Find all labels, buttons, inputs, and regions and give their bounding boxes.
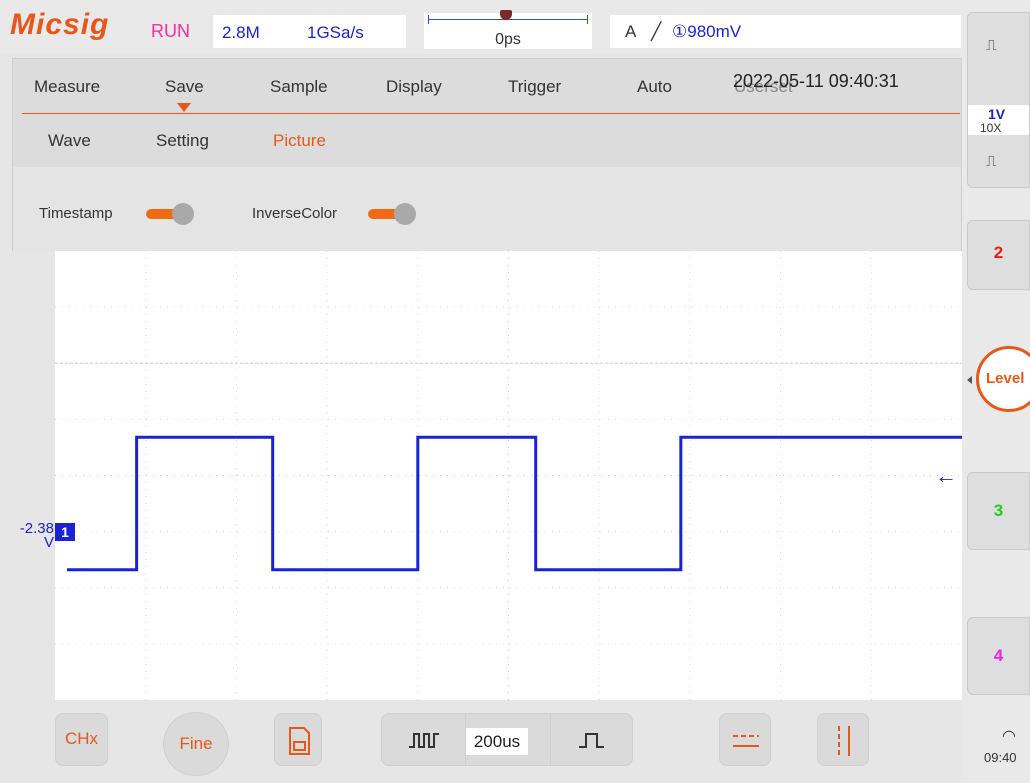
trigger-level: ①980mV (672, 22, 742, 41)
picture-options: Timestamp InverseColor (13, 167, 961, 252)
toggle-knob (172, 203, 194, 225)
save-icon (289, 727, 310, 755)
trigger-info[interactable]: A ╱ ①980mV (610, 15, 961, 48)
menu-panel: Measure Save Sample Display Trigger Auto… (12, 58, 962, 252)
separator (550, 714, 551, 765)
top-status-bar: Micsig RUN 2.8M 1GSa/s 0ps A ╱ ①980mV (0, 0, 962, 54)
graticule (55, 251, 962, 700)
timebase-decrease-icon[interactable] (408, 730, 442, 750)
timestamp-toggle[interactable] (146, 203, 196, 225)
ch3-label: 3 (993, 501, 1004, 520)
timebase-increase-icon[interactable] (577, 730, 607, 750)
level-label: Level (986, 370, 1025, 387)
memory-depth: 2.8M (222, 23, 260, 42)
subtab-setting[interactable]: Setting (156, 131, 209, 151)
ch1-waveform-trace (67, 435, 962, 572)
subtab-picture[interactable]: Picture (273, 131, 326, 151)
tab-sample[interactable]: Sample (270, 77, 328, 97)
trigger-position-box[interactable]: 0ps (424, 10, 592, 49)
cursor-vertical-icon (838, 726, 850, 756)
rising-edge-icon: ╱ (651, 22, 662, 41)
ch2-card[interactable]: 2 (967, 220, 1030, 290)
trigger-mode: A (625, 22, 637, 41)
bottom-toolbar: CHx Fine 200us (0, 700, 962, 783)
ch4-card[interactable]: 4 (967, 617, 1030, 695)
ch1-probe: 10X (980, 121, 1002, 135)
tab-auto[interactable]: Auto (637, 77, 672, 97)
cursor-horizontal-icon (733, 735, 759, 747)
status-clock: 09:40 (984, 750, 1017, 765)
cursor-horizontal-button[interactable] (719, 713, 771, 766)
ch1-marker[interactable]: 1 (55, 523, 75, 541)
tab-measure[interactable]: Measure (34, 77, 100, 97)
tab-display[interactable]: Display (386, 77, 442, 97)
menu-subtabs: Wave Setting Picture (13, 115, 961, 167)
tab-trigger[interactable]: Trigger (508, 77, 561, 97)
wifi-icon: ◠ (1002, 728, 1016, 745)
acquisition-info[interactable]: 2.8M 1GSa/s (213, 15, 406, 48)
toggle-knob (394, 203, 416, 225)
fine-label: Fine (179, 734, 213, 753)
ch1-card[interactable]: ⎍ 1V 10X ⎍ (967, 12, 1030, 188)
system-status: ◠ 09:40 (962, 720, 1030, 783)
pulse-icon: ⎍ (986, 153, 997, 170)
ch1-offset-unit: V (43, 534, 54, 551)
ch2-label: 2 (993, 243, 1004, 262)
timestamp-overlay: 2022-05-11 09:40:31 (733, 71, 899, 91)
timestamp-label: Timestamp (39, 205, 113, 222)
subtab-wave[interactable]: Wave (48, 131, 91, 151)
ch3-card[interactable]: 3 (967, 472, 1030, 550)
oscilloscope-app: Micsig RUN 2.8M 1GSa/s 0ps A ╱ ①980mV Me… (0, 0, 1030, 783)
timeline-right-cap (587, 15, 588, 24)
menu-divider (22, 113, 960, 114)
ch1-offset-readout: -2.38 V (8, 521, 54, 551)
channel-panel: ⎍ 1V 10X ⎍ 2 Level 3 4 (962, 0, 1030, 783)
ch4-label: 4 (993, 646, 1004, 665)
chx-label: CHx (64, 729, 99, 748)
inversecolor-label: InverseColor (252, 205, 338, 222)
tab-save[interactable]: Save (165, 77, 204, 97)
active-tab-caret-icon (177, 103, 191, 112)
menu-tabs: Measure Save Sample Display Trigger Auto… (13, 59, 961, 114)
trigger-level-arrow-icon[interactable]: ← (935, 465, 957, 487)
save-button[interactable] (274, 713, 322, 766)
chx-button[interactable]: CHx (55, 713, 108, 766)
ch1-scale: 1V (988, 106, 1006, 122)
level-pointer-icon (967, 376, 972, 384)
fine-button[interactable]: Fine (163, 712, 229, 776)
ch1-scale-box: 1V 10X (968, 105, 1029, 135)
pulse-icon: ⎍ (986, 37, 997, 54)
run-state[interactable]: RUN (151, 21, 190, 42)
timebase-control[interactable]: 200us (381, 713, 633, 766)
timebase-value[interactable]: 200us (466, 728, 528, 755)
level-button[interactable]: Level (976, 346, 1030, 412)
timeline-left-cap (428, 15, 429, 24)
sample-rate: 1GSa/s (307, 23, 364, 42)
brand-logo: Micsig (10, 8, 110, 41)
cursor-vertical-button[interactable] (817, 713, 869, 766)
inversecolor-toggle[interactable] (368, 203, 418, 225)
waveform-display[interactable] (55, 251, 962, 700)
trigger-time: 0ps (495, 31, 521, 48)
